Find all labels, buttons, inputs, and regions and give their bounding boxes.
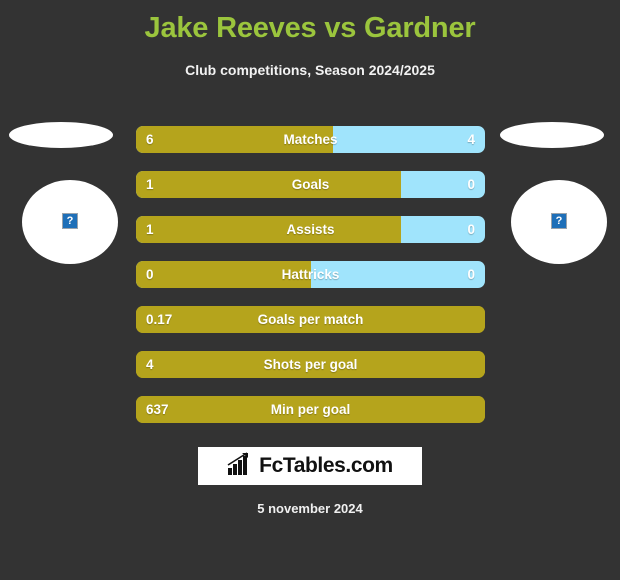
broken-image-icon: ?: [551, 213, 567, 229]
player-right-crest-area: ?: [488, 118, 618, 268]
stat-right-value: 0: [467, 177, 475, 192]
stats-bar-list: 6 Matches 4 1 Goals 0 1 Assists 0 0 Hattricks 0 0.17…: [136, 126, 485, 441]
fctables-logo-text: FcTables.com: [259, 454, 393, 477]
stat-bar-row: 4 Shots per goal: [136, 351, 485, 378]
stat-bar-row: 6 Matches 4: [136, 126, 485, 153]
stat-bar-row: 0.17 Goals per match: [136, 306, 485, 333]
fctables-logo[interactable]: FcTables.com: [198, 447, 422, 485]
stat-bar-row: 0 Hattricks 0: [136, 261, 485, 288]
stat-right-value: 0: [467, 267, 475, 282]
stat-label: Goals: [291, 177, 330, 192]
player-left-flag-icon: [9, 122, 113, 148]
stat-label: Goals per match: [257, 312, 364, 327]
page-title: Jake Reeves vs Gardner: [144, 12, 476, 44]
stat-label: Assists: [286, 222, 335, 237]
stat-right-value: 0: [467, 222, 475, 237]
stat-label: Hattricks: [281, 267, 340, 282]
broken-image-icon: ?: [62, 213, 78, 229]
stat-bar-row: 637 Min per goal: [136, 396, 485, 423]
stat-label: Min per goal: [270, 402, 351, 417]
stats-comparison-page: Jake Reeves vs Gardner Club competitions…: [0, 0, 620, 580]
stat-bar-row: 1 Assists 0: [136, 216, 485, 243]
stat-bar-row: 1 Goals 0: [136, 171, 485, 198]
footer-date: 5 november 2024: [257, 501, 363, 516]
stat-right-value: 4: [467, 132, 475, 147]
stat-label: Shots per goal: [263, 357, 358, 372]
player-left-crest-area: ?: [0, 118, 130, 268]
player-right-flag-icon: [500, 122, 604, 148]
bar-chart-arrow-icon: [227, 451, 253, 481]
page-subtitle: Club competitions, Season 2024/2025: [185, 62, 435, 78]
stat-label: Matches: [283, 132, 338, 147]
